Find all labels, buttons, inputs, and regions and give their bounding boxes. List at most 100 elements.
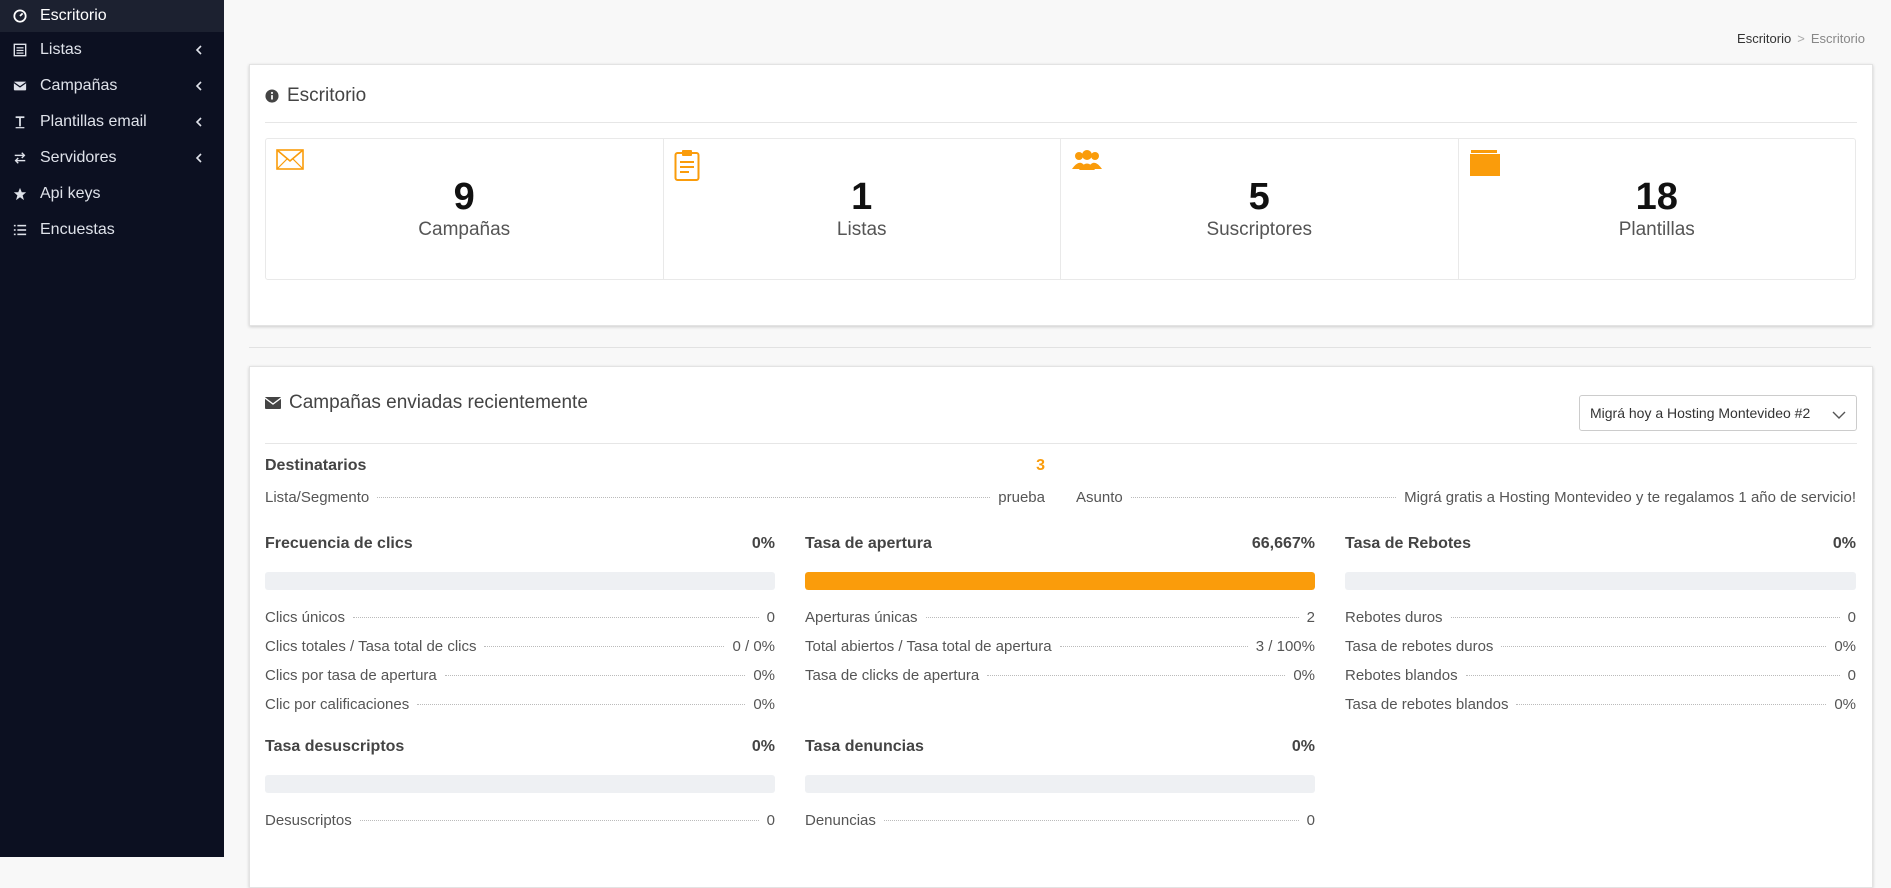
stat-card-suscriptores[interactable]: 5 Suscriptores — [1061, 139, 1459, 279]
clicks-title: Frecuencia de clics — [265, 535, 413, 552]
stat-row-value: 0% — [753, 667, 775, 684]
stat-row: Tasa de rebotes duros 0% — [1345, 638, 1856, 655]
recent-campaigns-panel: Campañas enviadas recientemente Migrá ho… — [249, 366, 1873, 888]
sidebar-item-api-keys[interactable]: Api keys — [0, 176, 224, 212]
unsubs-percent: 0% — [751, 738, 775, 755]
opens-progress-fill — [805, 572, 1315, 590]
opens-title: Tasa de apertura — [805, 535, 932, 552]
recipients-row: Destinatarios 3 — [265, 457, 1045, 475]
dotted-leader — [1465, 675, 1840, 676]
subject-row: Asunto Migrá gratis a Hosting Montevideo… — [1076, 489, 1856, 506]
panel-title-text: Escritorio — [287, 85, 367, 106]
chevron-left-icon — [194, 115, 206, 129]
complaints-title: Tasa denuncias — [805, 738, 924, 755]
campaign-select-value: Migrá hoy a Hosting Montevideo #2 — [1590, 405, 1811, 421]
envelope-icon — [265, 397, 281, 409]
sidebar-item-plantillas-email[interactable]: Plantillas email — [0, 104, 224, 140]
envelope-outline-icon — [276, 149, 304, 176]
dotted-leader — [417, 704, 746, 705]
exchange-icon — [12, 150, 28, 166]
stat-row-value: 0 — [1847, 667, 1856, 684]
stat-row-value: 0% — [1293, 667, 1315, 684]
stat-row-label: Tasa de rebotes blandos — [1345, 696, 1509, 713]
dotted-leader — [1450, 617, 1840, 618]
panel-title-text: Campañas enviadas recientemente — [289, 392, 588, 413]
sidebar-item-campanas[interactable]: Campañas — [0, 68, 224, 104]
panel-title: Escritorio — [265, 85, 366, 107]
dotted-leader — [359, 820, 759, 821]
stat-row-label: Clics por tasa de apertura — [265, 667, 437, 684]
sidebar-item-listas[interactable]: Listas — [0, 32, 224, 68]
stat-value: 1 — [851, 176, 873, 218]
envelope-icon — [12, 78, 28, 94]
stat-value: 18 — [1635, 176, 1678, 218]
stat-row-value: 0 — [766, 609, 775, 626]
dashboard-icon — [12, 8, 28, 24]
dotted-leader — [1130, 497, 1397, 498]
stat-value: 9 — [453, 176, 475, 218]
stat-row: Denuncias 0 — [805, 812, 1315, 829]
stat-row-label: Clics totales / Tasa total de clics — [265, 638, 477, 655]
breadcrumb-root-link[interactable]: Escritorio — [1737, 31, 1791, 46]
stat-row: Clic por calificaciones 0% — [265, 696, 775, 713]
chevron-down-icon — [1832, 407, 1846, 423]
stat-card-plantillas[interactable]: 18 Plantillas — [1459, 139, 1856, 279]
clicks-progress-bar — [265, 572, 775, 590]
stat-row-label: Rebotes blandos — [1345, 667, 1458, 684]
stat-card-listas[interactable]: 1 Listas — [664, 139, 1061, 279]
stat-row-label: Tasa de clicks de apertura — [805, 667, 980, 684]
chevron-left-icon — [194, 79, 206, 93]
dotted-leader — [377, 497, 991, 498]
stat-row-label: Denuncias — [805, 812, 876, 829]
stat-row-label: Clics únicos — [265, 609, 346, 626]
stat-row-label: Total abiertos / Tasa total de apertura — [805, 638, 1052, 655]
main-content: Escritorio > Escritorio Escritorio 9 Campa… — [224, 0, 1891, 888]
dotted-leader — [987, 675, 1286, 676]
sidebar-item-label: Plantillas email — [40, 113, 147, 130]
dotted-leader — [1516, 704, 1827, 705]
sidebar-item-label: Servidores — [40, 149, 117, 166]
stat-label: Campañas — [418, 219, 511, 240]
sidebar-item-encuestas[interactable]: Encuestas — [0, 212, 224, 248]
sidebar-item-label: Escritorio — [40, 7, 107, 24]
bounces-title: Tasa de Rebotes — [1345, 535, 1471, 552]
chevron-left-icon — [194, 43, 206, 57]
breadcrumb-separator: > — [1797, 31, 1805, 46]
list-icon — [12, 42, 28, 58]
stat-row-value: 0% — [1834, 638, 1856, 655]
stat-card-campanas[interactable]: 9 Campañas — [266, 139, 664, 279]
dotted-leader — [1059, 646, 1248, 647]
list-segment-label: Lista/Segmento — [265, 489, 370, 506]
unsubs-header: Tasa desuscriptos 0% — [265, 738, 775, 756]
stat-row: Rebotes blandos 0 — [1345, 667, 1856, 684]
stat-label: Suscriptores — [1206, 219, 1313, 240]
campaign-select[interactable]: Migrá hoy a Hosting Montevideo #2 — [1579, 395, 1857, 431]
recipients-label: Destinatarios — [265, 457, 367, 474]
stat-row: Clics únicos 0 — [265, 609, 775, 626]
opens-percent: 66,667% — [1251, 535, 1315, 552]
stat-row: Desuscriptos 0 — [265, 812, 775, 829]
stat-row-value: 2 — [1306, 609, 1315, 626]
dotted-leader — [444, 675, 746, 676]
chevron-left-icon — [194, 151, 206, 165]
sidebar-item-servidores[interactable]: Servidores — [0, 140, 224, 176]
dashboard-panel: Escritorio 9 Campañas 1 Listas 5 Suscrip… — [249, 64, 1873, 326]
complaints-progress-bar — [805, 775, 1315, 793]
stat-row: Rebotes duros 0 — [1345, 609, 1856, 626]
list-segment-value: prueba — [998, 489, 1045, 506]
stats-row: 9 Campañas 1 Listas 5 Suscriptores 18 Pl… — [265, 138, 1856, 280]
list-lines-icon — [12, 222, 28, 238]
panel-divider — [265, 443, 1857, 444]
sidebar-item-escritorio[interactable]: Escritorio — [0, 0, 224, 32]
stat-row: Tasa de rebotes blandos 0% — [1345, 696, 1856, 713]
subject-value: Migrá gratis a Hosting Montevideo y te r… — [1404, 489, 1856, 506]
stat-row-value: 0 — [1847, 609, 1856, 626]
stat-label: Plantillas — [1618, 219, 1695, 240]
clicks-percent: 0% — [751, 535, 775, 552]
stat-row: Tasa de clicks de apertura 0% — [805, 667, 1315, 684]
dotted-leader — [353, 617, 759, 618]
sidebar: Escritorio Listas Campañas Plantillas em… — [0, 0, 224, 857]
stat-row-value: 0 — [1306, 812, 1315, 829]
stat-row-value: 0% — [753, 696, 775, 713]
section-divider — [249, 347, 1871, 348]
